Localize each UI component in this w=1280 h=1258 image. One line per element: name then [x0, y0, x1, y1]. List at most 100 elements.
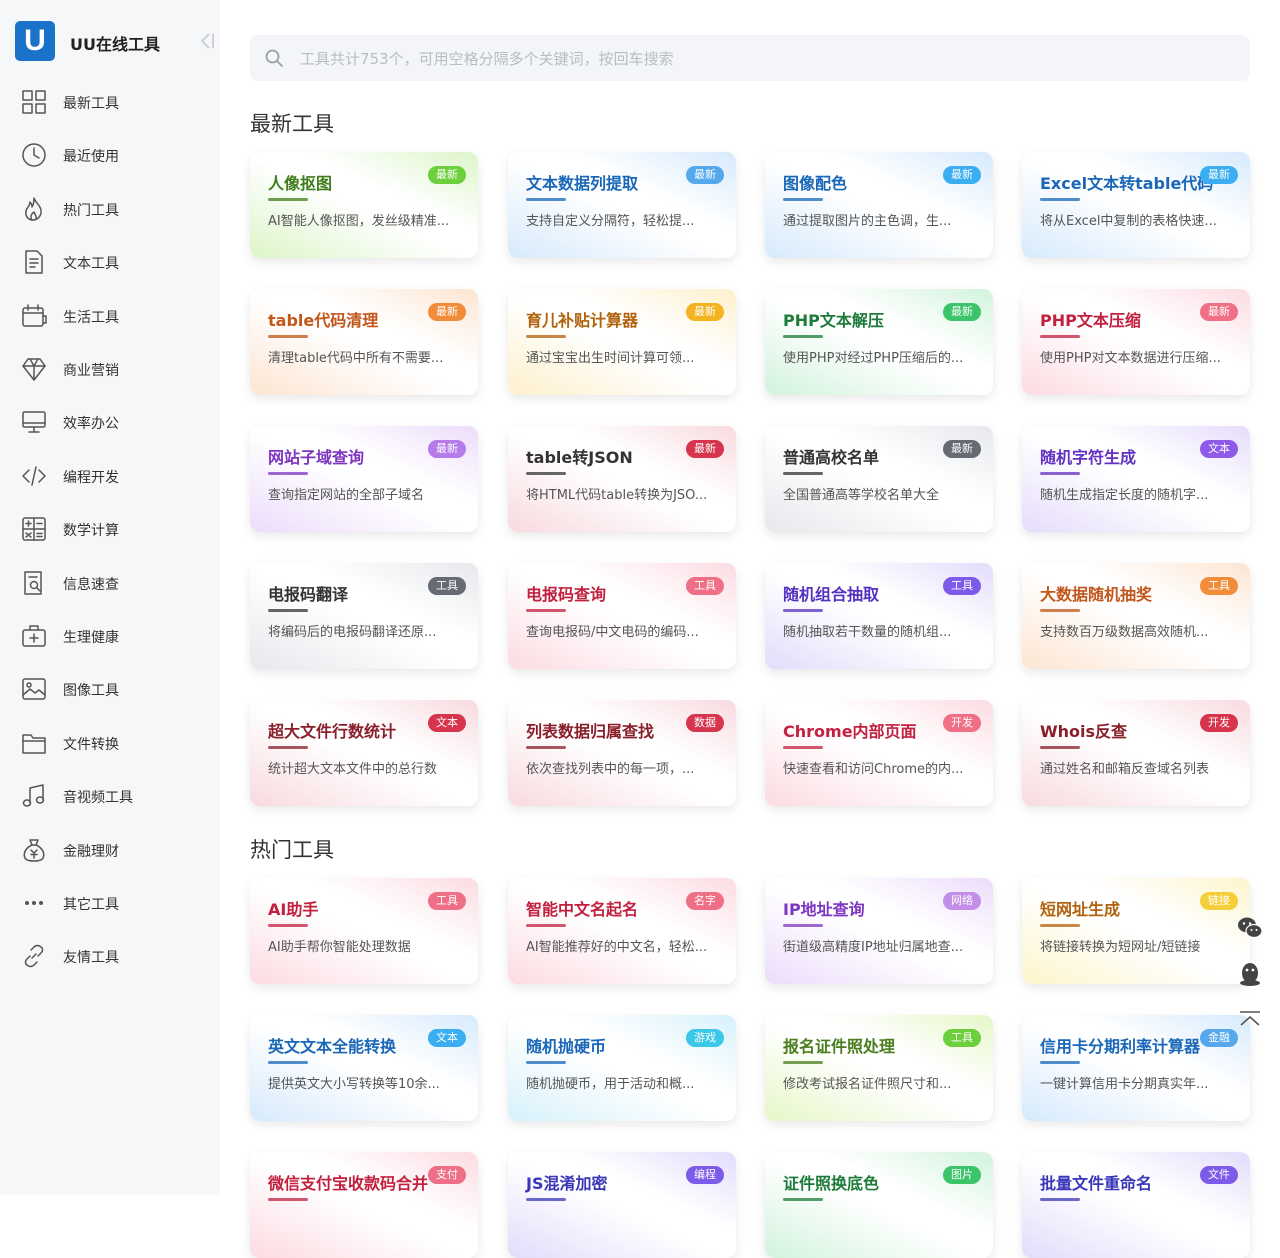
accent-bar	[526, 746, 566, 749]
tool-card[interactable]: 智能中文名起名 AI智能推荐好的中文名，轻松... 名字	[508, 878, 736, 984]
tool-description: 使用PHP对文本数据进行压缩...	[1040, 351, 1221, 366]
qq-icon[interactable]	[1236, 960, 1264, 988]
tool-description: 全国普通高等学校名单大全	[783, 488, 940, 503]
tool-card[interactable]: IP地址查询 街道级高精度IP地址归属地查... 网络	[765, 878, 993, 984]
sidebar-item-label: 音视频工具	[63, 790, 133, 807]
tool-card[interactable]: Excel文本转table代码 将从Excel中复制的表格快速... 最新	[1022, 152, 1250, 258]
sidebar-item[interactable]: 热门工具	[0, 187, 220, 231]
accent-bar	[526, 1061, 566, 1064]
tool-card[interactable]: 电报码翻译 将编码后的电报码翻译还原... 工具	[250, 563, 478, 669]
sidebar-item[interactable]: 最新工具	[0, 80, 220, 124]
tool-description: 通过宝宝出生时间计算可领...	[526, 351, 695, 366]
wechat-icon[interactable]	[1236, 914, 1264, 942]
tool-card[interactable]: PHP文本解压 使用PHP对经过PHP压缩后的... 最新	[765, 289, 993, 395]
tool-tag: 文本	[428, 1029, 466, 1047]
sidebar-item-label: 效率办公	[63, 416, 119, 433]
sidebar-item[interactable]: 友情工具	[0, 934, 220, 978]
logo: U	[15, 21, 55, 61]
document-icon	[25, 250, 43, 274]
sidebar-item[interactable]: 编程开发	[0, 454, 220, 498]
accent-bar	[268, 198, 308, 201]
tool-card[interactable]: 文本数据列提取 支持自定义分隔符，轻松提... 最新	[508, 152, 736, 258]
tool-card[interactable]: 普通高校名单 全国普通高等学校名单大全 最新	[765, 426, 993, 532]
tool-card[interactable]: 图像配色 通过提取图片的主色调，生... 最新	[765, 152, 993, 258]
tool-card[interactable]: table转JSON 将HTML代码table转换为JSO... 最新	[508, 426, 736, 532]
tool-card[interactable]: 随机抛硬币 随机抛硬币，用于活动和概... 游戏	[508, 1015, 736, 1121]
tool-description: 一键计算信用卡分期真实年...	[1040, 1077, 1209, 1092]
tool-tag: 图片	[943, 1166, 981, 1184]
tool-tag: 最新	[943, 303, 981, 321]
tool-card[interactable]: 批量文件重命名 文件	[1022, 1152, 1250, 1258]
sidebar-item[interactable]: 文件转换	[0, 721, 220, 765]
sidebar-item[interactable]: 其它工具	[0, 881, 220, 925]
tool-tag: 开发	[943, 714, 981, 732]
tool-description: 查询电报码/中文电码的编码...	[526, 625, 699, 640]
sidebar-item[interactable]: 文本工具	[0, 240, 220, 284]
tool-tag: 工具	[428, 577, 466, 595]
sidebar-item[interactable]: 信息速查	[0, 561, 220, 605]
tool-card[interactable]: 育儿补贴计算器 通过宝宝出生时间计算可领... 最新	[508, 289, 736, 395]
search-input[interactable]	[298, 43, 1222, 75]
sidebar-item[interactable]: 效率办公	[0, 400, 220, 444]
tool-tag: 最新	[686, 440, 724, 458]
tool-description: 将链接转换为短网址/短链接	[1040, 940, 1201, 955]
diamond-icon	[22, 358, 46, 381]
sidebar: U UU在线工具 最新工具最近使用热门工具文本工具生活工具商业营销效率办公编程开…	[0, 0, 220, 1195]
tool-card[interactable]: 信用卡分期利率计算器 一键计算信用卡分期真实年... 金融	[1022, 1015, 1250, 1121]
sidebar-item[interactable]: 数学计算	[0, 507, 220, 551]
brand[interactable]: U UU在线工具	[15, 21, 215, 61]
tool-card[interactable]: 短网址生成 将链接转换为短网址/短链接 链接	[1022, 878, 1250, 984]
sidebar-item[interactable]: 金融理财	[0, 828, 220, 872]
tool-card[interactable]: 随机字符生成 随机生成指定长度的随机字... 文本	[1022, 426, 1250, 532]
back-to-top-icon[interactable]	[1236, 1006, 1264, 1034]
tool-description: 修改考试报名证件照尺寸和...	[783, 1077, 952, 1092]
sidebar-item-label: 金融理财	[63, 843, 119, 860]
tool-description: 随机抽取若干数量的随机组...	[783, 625, 952, 640]
link-icon	[24, 945, 44, 968]
tool-description: 提供英文大小写转换等10余...	[268, 1077, 440, 1092]
tool-card[interactable]: 超大文件行数统计 统计超大文本文件中的总行数 文本	[250, 700, 478, 806]
tool-tag: 工具	[428, 892, 466, 910]
tool-card[interactable]: 微信支付宝收款码合并 支付	[250, 1152, 478, 1258]
tool-card[interactable]: 证件照换底色 图片	[765, 1152, 993, 1258]
sidebar-item[interactable]: 最近使用	[0, 133, 220, 177]
tool-card[interactable]: Chrome内部页面 快速查看和访问Chrome的内... 开发	[765, 700, 993, 806]
tool-card[interactable]: PHP文本压缩 使用PHP对文本数据进行压缩... 最新	[1022, 289, 1250, 395]
sidebar-item-label: 其它工具	[63, 897, 119, 913]
code-icon	[22, 466, 46, 486]
tool-description: 随机抛硬币，用于活动和概...	[526, 1077, 695, 1092]
tool-card[interactable]: 英文文本全能转换 提供英文大小写转换等10余... 文本	[250, 1015, 478, 1121]
tool-description: 快速查看和访问Chrome的内...	[783, 762, 964, 777]
tool-description: AI助手帮你智能处理数据	[268, 940, 411, 955]
accent-bar	[526, 1198, 566, 1201]
sidebar-item[interactable]: 音视频工具	[0, 774, 220, 818]
accent-bar	[783, 1198, 823, 1201]
sidebar-item[interactable]: 生理健康	[0, 614, 220, 658]
sidebar-item[interactable]: 商业营销	[0, 347, 220, 391]
tool-tag: 最新	[428, 166, 466, 184]
tool-card[interactable]: 电报码查询 查询电报码/中文电码的编码... 工具	[508, 563, 736, 669]
tool-tag: 名字	[686, 892, 724, 910]
sidebar-item-label: 图像工具	[63, 683, 119, 700]
tool-card[interactable]: 大数据随机抽奖 支持数百万级数据高效随机... 工具	[1022, 563, 1250, 669]
tool-card[interactable]: Whois反查 通过姓名和邮箱反查域名列表 开发	[1022, 700, 1250, 806]
sidebar-item-label: 最近使用	[63, 149, 119, 166]
tool-card[interactable]: 列表数据归属查找 依次查找列表中的每一项，... 数据	[508, 700, 736, 806]
collapse-sidebar-icon[interactable]	[195, 30, 217, 52]
tool-card[interactable]: 人像抠图 AI智能人像抠图，发丝级精准... 最新	[250, 152, 478, 258]
tool-card[interactable]: 随机组合抽取 随机抽取若干数量的随机组... 工具	[765, 563, 993, 669]
tool-card[interactable]: table代码清理 清理table代码中所有不需要... 最新	[250, 289, 478, 395]
accent-bar	[268, 924, 308, 927]
tool-card[interactable]: 报名证件照处理 修改考试报名证件照尺寸和... 工具	[765, 1015, 993, 1121]
tool-tag: 网络	[943, 892, 981, 910]
sidebar-item-label: 数学计算	[63, 523, 119, 540]
sidebar-item[interactable]: 图像工具	[0, 667, 220, 711]
tool-card[interactable]: AI助手 AI助手帮你智能处理数据 工具	[250, 878, 478, 984]
tool-tag: 文件	[1200, 1166, 1238, 1184]
section-title: 热门工具	[250, 838, 334, 862]
tool-description: 通过姓名和邮箱反查域名列表	[1040, 762, 1210, 777]
tool-card[interactable]: 网站子域查询 查询指定网站的全部子域名 最新	[250, 426, 478, 532]
medical-kit-icon	[22, 625, 46, 647]
sidebar-item[interactable]: 生活工具	[0, 294, 220, 338]
tool-card[interactable]: JS混淆加密 编程	[508, 1152, 736, 1258]
